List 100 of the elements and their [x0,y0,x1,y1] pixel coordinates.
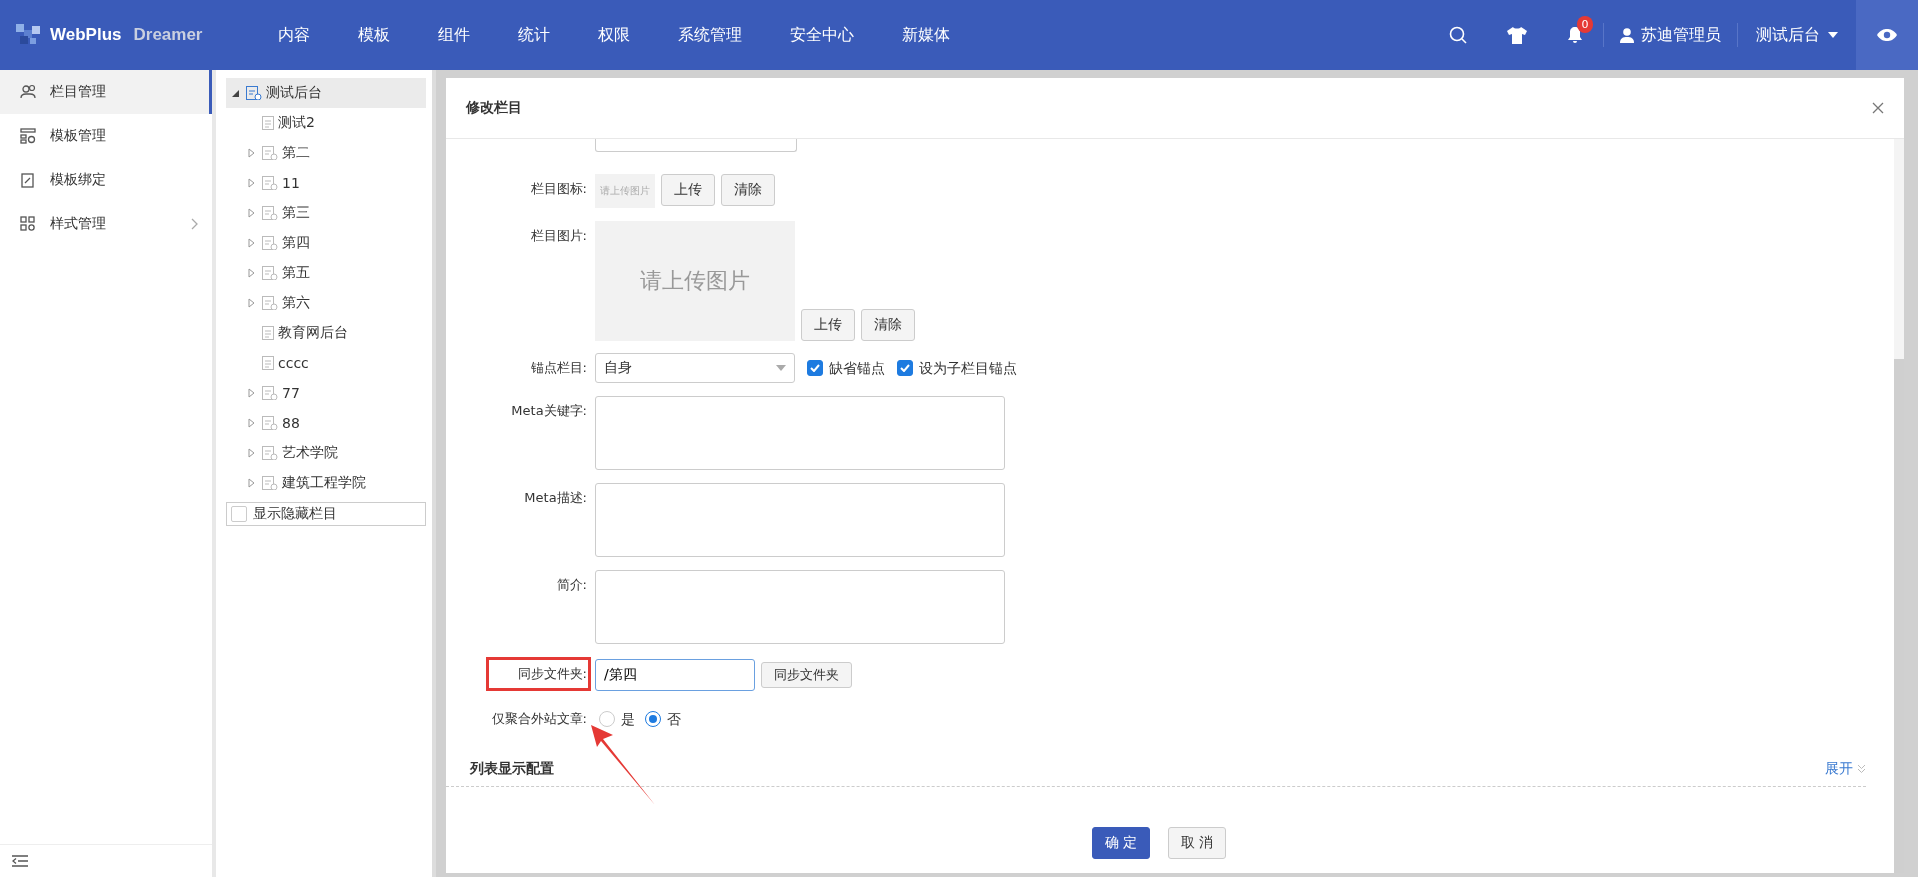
field-label: 栏目图片: [529,227,588,245]
folder-document-icon [262,206,278,220]
site-dropdown[interactable]: 测试后台 [1738,24,1856,46]
product-name: Dreamer [133,25,203,45]
field-label: 同步文件夹: [488,659,589,689]
collapse-triangle-icon[interactable] [232,89,239,97]
eye-icon[interactable] [1876,28,1898,42]
document-icon [262,116,274,130]
sync-folder-button[interactable]: 同步文件夹 [761,662,852,688]
close-icon[interactable] [1872,102,1884,114]
upload-button[interactable]: 清除 [861,309,915,341]
layout-icon [20,128,36,144]
tree-node[interactable]: 艺术学院 [226,438,426,468]
dialog-title: 修改栏目 [466,99,522,117]
folder-document-icon [262,176,278,190]
field-label: 锚点栏目: [529,359,588,377]
nav-link[interactable]: 模板 [334,24,414,46]
sidebar-item[interactable]: 模板管理 [0,114,212,158]
collapse-menu-icon[interactable] [12,855,28,867]
field-label: Meta描述: [523,489,588,507]
nav-link[interactable]: 系统管理 [654,24,766,46]
user-menu[interactable]: 苏迪管理员 [1604,24,1737,46]
folder-document-icon [262,296,278,310]
text-area[interactable] [595,483,1005,557]
brand-name: WebPlus [50,25,122,45]
tree-node[interactable]: 第四 [226,228,426,258]
nav-link[interactable]: 组件 [414,24,494,46]
shirt-icon[interactable] [1507,26,1527,44]
upload-button[interactable]: 上传 [661,174,715,206]
folder-document-icon [246,86,262,100]
double-chevron-icon [1857,764,1866,774]
text-area[interactable] [595,396,1005,470]
expand-triangle-icon[interactable] [248,418,255,428]
nav-link[interactable]: 安全中心 [766,24,878,46]
field-label: Meta关键字: [510,402,588,420]
field-label: 栏目图标: [529,180,588,198]
nav-link[interactable]: 新媒体 [878,24,974,46]
tree-node[interactable]: 测试2 [226,108,426,138]
field-label: 简介: [555,576,588,594]
document-icon [262,326,274,340]
bell-icon[interactable] [1567,26,1583,44]
grid-icon [20,216,36,232]
upload-button[interactable]: 上传 [801,309,855,341]
checkbox[interactable] [807,360,823,376]
tree-node[interactable]: 第三 [226,198,426,228]
expand-triangle-icon[interactable] [248,478,255,488]
folder-document-icon [262,476,278,490]
nav-link[interactable]: 统计 [494,24,574,46]
radio-label: 是 [621,710,635,729]
anchor-select[interactable]: 自身 [595,353,795,383]
tree-node[interactable]: 教育网后台 [226,318,426,348]
tree-node[interactable]: 建筑工程学院 [226,468,426,498]
expand-triangle-icon[interactable] [248,208,255,218]
expand-link[interactable]: 展开 [1825,760,1866,778]
tree-node[interactable]: 88 [226,408,426,438]
confirm-button[interactable]: 确 定 [1091,827,1150,859]
cancel-button[interactable]: 取 消 [1168,827,1227,859]
tree-node[interactable]: 第六 [226,288,426,318]
expand-triangle-icon[interactable] [248,238,255,248]
text-area[interactable] [595,570,1005,644]
nav-link[interactable]: 内容 [254,24,334,46]
section-title: 列表显示配置 [470,760,554,778]
tree-node[interactable]: 第二 [226,138,426,168]
tree-node[interactable]: 11 [226,168,426,198]
notification-badge: 0 [1577,16,1593,33]
chevron-right-icon [191,218,198,230]
search-icon[interactable] [1449,26,1467,44]
tree-node[interactable]: 第五 [226,258,426,288]
select-field[interactable] [595,139,797,152]
nav-link[interactable]: 权限 [574,24,654,46]
users-icon [20,84,36,100]
folder-document-icon [262,146,278,160]
folder-document-icon [262,266,278,280]
sidebar-item[interactable]: 模板绑定 [0,158,212,202]
checkbox[interactable] [231,506,247,522]
folder-document-icon [262,386,278,400]
caret-icon [1828,32,1838,38]
expand-triangle-icon[interactable] [248,178,255,188]
expand-triangle-icon[interactable] [248,268,255,278]
document-link-icon [20,172,36,188]
tree-node[interactable]: 77 [226,378,426,408]
checkmark-icon [900,364,910,372]
checkmark-icon [810,364,820,372]
tree-node[interactable]: cccc [226,348,426,378]
checkbox[interactable] [897,360,913,376]
folder-input[interactable]: /第四 [595,659,755,691]
upload-button[interactable]: 清除 [721,174,775,206]
checkbox-label: 设为子栏目锚点 [919,359,1017,378]
document-icon [262,356,274,370]
field-label: 仅聚合外站文章: [490,710,588,728]
expand-triangle-icon[interactable] [248,148,255,158]
sidebar-item[interactable]: 样式管理 [0,202,212,246]
expand-triangle-icon[interactable] [248,448,255,458]
expand-triangle-icon[interactable] [248,388,255,398]
checkbox-label: 缺省锚点 [829,359,885,378]
sidebar-item[interactable]: 栏目管理 [0,70,212,114]
expand-triangle-icon[interactable] [248,298,255,308]
caret-icon [776,365,786,371]
checkbox-label: 显示隐藏栏目 [253,505,337,523]
tree-node[interactable]: 测试后台 [226,78,426,108]
